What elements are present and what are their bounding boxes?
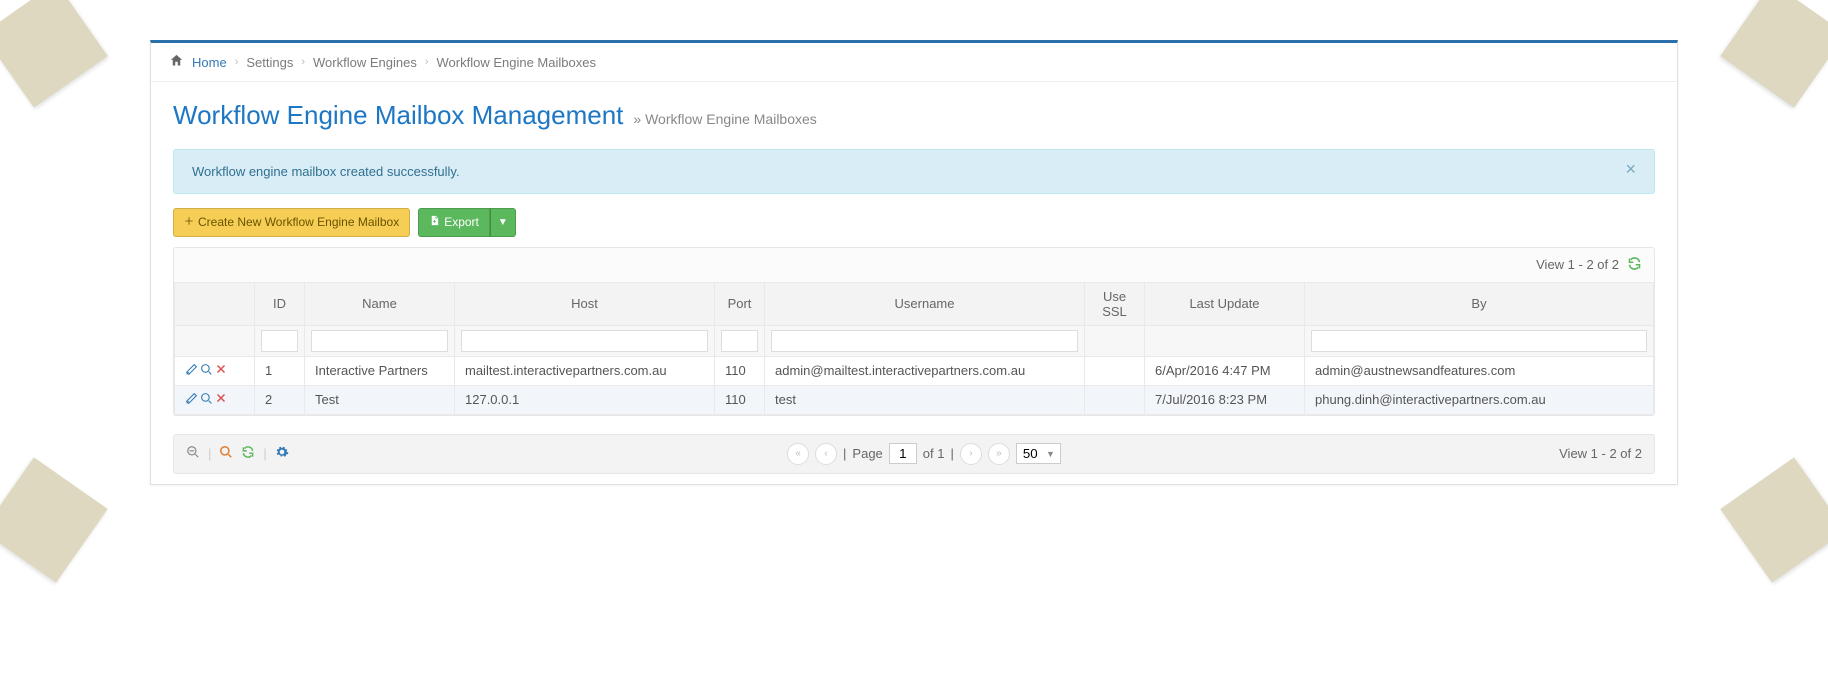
home-icon [169,53,184,71]
view-row-button[interactable] [200,363,213,379]
decorative-tape [1720,457,1828,582]
grid-footer: | | « ‹ | Page [173,434,1655,474]
page-title: Workflow Engine Mailbox Management [173,100,623,131]
cell-host: 127.0.0.1 [455,385,715,414]
col-host[interactable]: Host [455,282,715,325]
cell-lastupdate: 7/Jul/2016 8:23 PM [1145,385,1305,414]
table-row: 1Interactive Partnersmailtest.interactiv… [175,356,1654,385]
divider: | [950,446,953,461]
cell-usessl [1085,356,1145,385]
close-icon[interactable]: × [1619,158,1642,181]
divider: | [208,446,211,461]
decorative-tape [0,0,108,108]
col-port[interactable]: Port [715,282,765,325]
alert-message: Workflow engine mailbox created successf… [192,164,460,179]
next-page-icon[interactable]: › [960,443,982,465]
filter-port[interactable] [721,330,758,352]
create-mailbox-button[interactable]: Create New Workflow Engine Mailbox [173,208,410,237]
cell-port: 110 [715,356,765,385]
search-icon[interactable] [219,445,233,462]
export-dropdown-caret[interactable]: ▼ [490,208,516,237]
chevron-right-icon: › [301,56,305,68]
create-button-label: Create New Workflow Engine Mailbox [198,214,399,231]
page-subtitle: » Workflow Engine Mailboxes [633,111,816,127]
view-summary-bottom: View 1 - 2 of 2 [1559,446,1642,461]
page-size-select[interactable]: 50 [1016,443,1061,464]
col-lastupdate[interactable]: Last Update [1145,282,1305,325]
view-summary-top: View 1 - 2 of 2 [1536,257,1619,272]
toolbar: Create New Workflow Engine Mailbox Expor… [173,208,1655,247]
cell-by: admin@austnewsandfeatures.com [1305,356,1654,385]
export-button-label: Export [444,214,479,231]
view-row-button[interactable] [200,392,213,408]
filter-name[interactable] [311,330,448,352]
zoom-out-icon[interactable] [186,445,200,462]
filter-username[interactable] [771,330,1078,352]
gear-icon[interactable] [275,445,289,462]
page-input[interactable] [889,443,917,464]
decorative-tape [0,457,108,582]
cell-id: 2 [255,385,305,414]
breadcrumb: Home › Settings › Workflow Engines › Wor… [151,43,1677,82]
divider: | [263,446,266,461]
cell-host: mailtest.interactivepartners.com.au [455,356,715,385]
refresh-icon[interactable] [1627,256,1642,274]
export-button[interactable]: Export [418,208,490,237]
cell-username: test [765,385,1085,414]
plus-icon [184,214,194,231]
page-label: Page [852,446,882,461]
cell-port: 110 [715,385,765,414]
filter-by[interactable] [1311,330,1647,352]
filter-id[interactable] [261,330,298,352]
edit-row-button[interactable] [185,363,198,379]
breadcrumb-item[interactable]: Workflow Engines [313,55,417,70]
col-usessl[interactable]: Use SSL [1085,282,1145,325]
edit-row-button[interactable] [185,392,198,408]
cell-usessl [1085,385,1145,414]
page-of-label: of 1 [923,446,945,461]
col-by[interactable]: By [1305,282,1654,325]
breadcrumb-item-current: Workflow Engine Mailboxes [437,55,596,70]
cell-name: Interactive Partners [305,356,455,385]
cell-name: Test [305,385,455,414]
col-id[interactable]: ID [255,282,305,325]
cell-id: 1 [255,356,305,385]
delete-row-button[interactable] [215,392,227,408]
cell-by: phung.dinh@interactivepartners.com.au [1305,385,1654,414]
file-export-icon [429,214,440,231]
filter-host[interactable] [461,330,708,352]
chevron-right-icon: › [235,56,239,68]
caret-down-icon: ▼ [498,217,508,228]
breadcrumb-home[interactable]: Home [192,55,227,70]
data-grid-panel: View 1 - 2 of 2 ID Name Host Port Use [173,247,1655,416]
delete-row-button[interactable] [215,363,227,379]
mailbox-table: ID Name Host Port Username Use SSL Last … [174,282,1654,415]
last-page-icon[interactable]: » [988,443,1010,465]
export-button-group: Export ▼ [418,208,516,237]
first-page-icon[interactable]: « [787,443,809,465]
col-username[interactable]: Username [765,282,1085,325]
col-actions [175,282,255,325]
table-row: 2Test127.0.0.1110test 7/Jul/2016 8:23 PMp… [175,385,1654,414]
reload-icon[interactable] [241,445,255,462]
decorative-tape [1720,0,1828,108]
chevron-right-icon: › [425,56,429,68]
cell-lastupdate: 6/Apr/2016 4:47 PM [1145,356,1305,385]
col-name[interactable]: Name [305,282,455,325]
success-alert: Workflow engine mailbox created successf… [173,149,1655,194]
cell-username: admin@mailtest.interactivepartners.com.a… [765,356,1085,385]
divider: | [843,446,846,461]
breadcrumb-item[interactable]: Settings [246,55,293,70]
prev-page-icon[interactable]: ‹ [815,443,837,465]
